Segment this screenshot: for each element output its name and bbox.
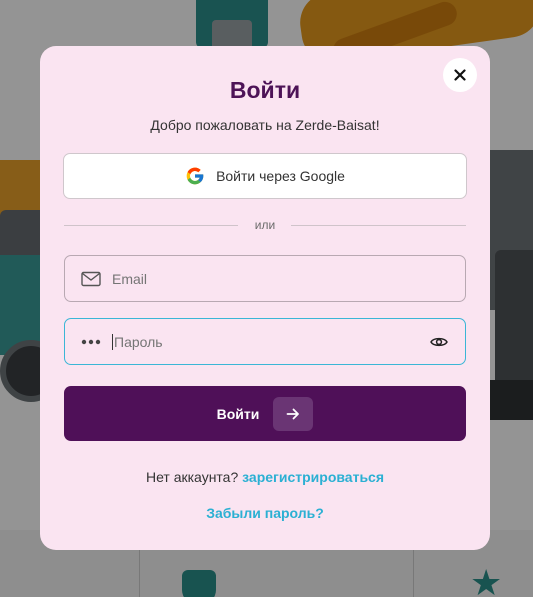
signup-question: Нет аккаунта? <box>145 469 239 485</box>
signup-link[interactable]: зарегистрироваться <box>242 469 384 485</box>
login-submit-label: Войти <box>216 405 260 422</box>
email-input[interactable] <box>112 270 465 287</box>
forgot-password-link[interactable]: Забыли пароль? <box>40 504 490 522</box>
password-input[interactable] <box>112 333 427 350</box>
signup-row: Нет аккаунта? зарегистрироваться <box>40 468 490 486</box>
divider-line <box>64 225 238 226</box>
login-modal: Войти Добро пожаловать на Zerde-Baisat! … <box>40 46 490 550</box>
google-login-label: Войти через Google <box>216 168 345 184</box>
google-login-button[interactable]: Войти через Google <box>63 153 467 199</box>
modal-title: Войти <box>229 77 301 103</box>
google-icon <box>185 166 205 186</box>
modal-subtitle: Добро пожаловать на Zerde-Baisat! <box>150 117 380 133</box>
password-dots-icon <box>80 338 102 346</box>
arrow-right-icon <box>273 396 314 431</box>
divider-line <box>291 225 466 226</box>
mail-icon <box>80 271 102 287</box>
password-field-container <box>64 318 466 365</box>
login-submit-button[interactable]: Войти <box>64 386 466 441</box>
email-field-container <box>64 255 466 302</box>
divider-text: или <box>254 218 276 232</box>
eye-icon[interactable] <box>427 330 451 354</box>
